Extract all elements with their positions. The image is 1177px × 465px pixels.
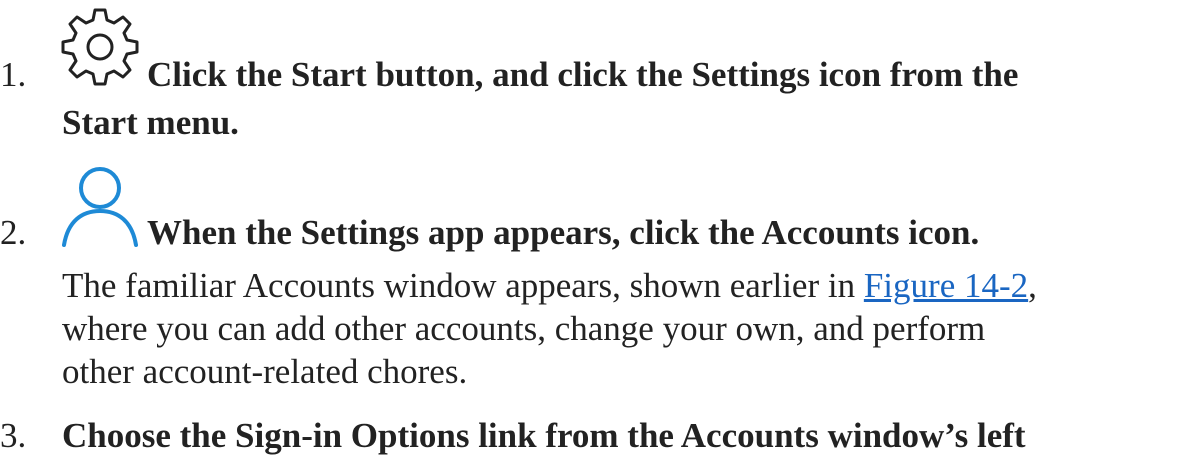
step-2-description-line-3: other account-related chores. <box>62 352 468 391</box>
step-3-instruction: Choose the Sign-in Options link from the… <box>62 416 1026 455</box>
gear-icon <box>58 4 142 93</box>
description-text: The familiar Accounts window appears, sh… <box>62 266 864 305</box>
figure-link[interactable]: Figure 14-2 <box>864 266 1028 305</box>
step-number: 1. <box>0 55 27 94</box>
step-1-instruction-line-2: Start menu. <box>62 103 239 142</box>
description-punctuation: , <box>1028 266 1037 305</box>
step-number: 3. <box>0 416 27 455</box>
step-2-instruction: When the Settings app appears, click the… <box>147 213 980 252</box>
step-2-description-line-2: where you can add other accounts, change… <box>62 309 986 348</box>
step-1-instruction-line-1: Click the Start button, and click the Se… <box>147 55 1019 94</box>
step-2-description-line-1: The familiar Accounts window appears, sh… <box>62 266 1037 306</box>
step-number: 2. <box>0 213 27 252</box>
person-icon <box>58 163 142 252</box>
